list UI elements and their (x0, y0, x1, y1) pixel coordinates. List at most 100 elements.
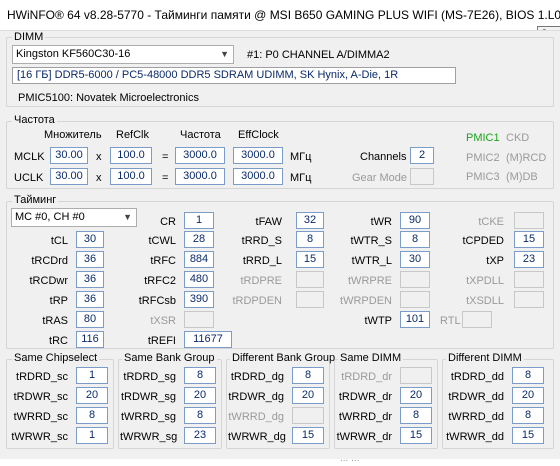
tRDRD_dd-value: 8 (512, 367, 544, 384)
pmic3-label: PMIC3 (466, 171, 500, 183)
tRRD_S-label: tRRD_S (241, 235, 282, 247)
tWRWR_sg-value: 23 (184, 427, 216, 444)
tRFCsb-value: 390 (184, 291, 214, 308)
equals-sign: = (162, 151, 169, 163)
pmic-vendor: PMIC5100: Novatek Microelectronics (18, 92, 199, 104)
mdb-label: (M)DB (506, 171, 538, 183)
refclk-header: RefClk (116, 129, 150, 141)
mrcd-label: (M)RCD (506, 152, 547, 164)
tWRRD_sc-label: tWRRD_sc (13, 411, 68, 423)
tWRWR_dd-label: tWRWR_dd (446, 431, 504, 443)
tXSDLL-label: tXSDLL (466, 295, 504, 307)
tREFI-value: 11677 (184, 331, 232, 348)
tRDPDEN-value (296, 291, 324, 308)
tWRRD_dr-value: 8 (400, 407, 432, 424)
same-dimm-label: Same DIMM (338, 352, 404, 364)
tXSR-value (184, 311, 214, 328)
tWRRD_dg-value (292, 407, 324, 424)
times-sign: x (96, 151, 102, 163)
same-chipselect-label: Same Chipselect (12, 352, 100, 364)
tWRRD_sg-label: tWRRD_sg (120, 411, 176, 423)
tRRD_S-value: 8 (296, 231, 324, 248)
mclk-effclock: 3000.0 (233, 147, 283, 164)
tRDRD_dg-label: tRDRD_dg (230, 371, 284, 383)
tRRD_L-label: tRRD_L (242, 255, 282, 267)
ckd-label: CKD (506, 132, 530, 144)
chevron-down-icon: ▼ (220, 49, 229, 59)
multiplier-header: Множитель (44, 129, 102, 141)
tRCDwr-label: tRCDwr (29, 275, 69, 287)
same-bank-group-label: Same Bank Group (122, 352, 217, 364)
window-body: DIMM Kingston KF560C30-16 ▼ #1: P0 CHANN… (0, 30, 560, 464)
tRDPDEN-label: tRDPDEN (232, 295, 282, 307)
tRDWR_sg-label: tRDWR_sg (120, 391, 176, 403)
mclk-unit: МГц (290, 151, 312, 163)
tWR-value: 90 (400, 212, 430, 229)
tXP-label: tXP (486, 255, 504, 267)
tRDRD_dg-value: 8 (292, 367, 324, 384)
tXP-value: 23 (514, 251, 544, 268)
tRRD_L-value: 15 (296, 251, 324, 268)
tWR-label: tWR (370, 216, 392, 228)
tWTR_L-label: tWTR_L (351, 255, 392, 267)
dimm-select-value: Kingston KF560C30-16 (16, 48, 131, 60)
mclk-label: MCLK (14, 151, 45, 163)
tRDWR_dg-value: 20 (292, 387, 324, 404)
tWTP-label: tWTP (364, 315, 393, 327)
tWTR_S-label: tWTR_S (350, 235, 392, 247)
tRFC-label: tRFC (150, 255, 176, 267)
tRAS-label: tRAS (42, 315, 68, 327)
tWRRD_dd-value: 8 (512, 407, 544, 424)
tWRWR_dg-label: tWRWR_dg (228, 431, 286, 443)
footer-fragment: ... ... (340, 453, 360, 464)
tRDRD_dr-label: tRDRD_dr (341, 371, 392, 383)
tRFC2-value: 480 (184, 271, 214, 288)
channel-select[interactable]: MC #0, CH #0 ▼ (11, 208, 137, 227)
tRDRD_sc-label: tRDRD_sc (16, 371, 68, 383)
tCWL-value: 28 (184, 231, 214, 248)
tFAW-value: 32 (296, 212, 324, 229)
times-sign: x (96, 172, 102, 184)
uclk-multiplier: 30.00 (50, 168, 88, 185)
tWRWR_dr-label: tWRWR_dr (336, 431, 392, 443)
tRC-value: 116 (76, 331, 104, 348)
equals-sign: = (162, 172, 169, 184)
tWRRD_dg-label: tWRRD_dg (228, 411, 284, 423)
CR-value: 1 (184, 212, 214, 229)
mclk-refclk: 100.0 (110, 147, 152, 164)
effclock-header: EffClock (238, 129, 279, 141)
tCPDED-value: 15 (514, 231, 544, 248)
uclk-refclk: 100.0 (110, 168, 152, 185)
tRP-label: tRP (49, 295, 68, 307)
freq-group-label: Частота (12, 114, 57, 126)
tRCDrd-label: tRCDrd (31, 255, 68, 267)
tWRRD_sc-value: 8 (76, 407, 108, 424)
tWRPDEN-value (400, 291, 430, 308)
uclk-effclock: 3000.0 (233, 168, 283, 185)
tWRRD_dr-label: tWRRD_dr (338, 411, 392, 423)
tRDWR_dr-value: 20 (400, 387, 432, 404)
gear-mode-label: Gear Mode (352, 172, 408, 184)
tRAS-value: 80 (76, 311, 104, 328)
channels-label: Channels (360, 151, 407, 163)
tCL-label: tCL (50, 235, 68, 247)
tRDWR_dr-label: tRDWR_dr (338, 391, 392, 403)
tXSDLL-value (514, 291, 544, 308)
timing-group-label: Тайминг (12, 194, 59, 206)
tWTP-value: 101 (400, 311, 430, 328)
dimm-group-label: DIMM (12, 31, 46, 43)
mclk-multiplier: 30.00 (50, 147, 88, 164)
dimm-select[interactable]: Kingston KF560C30-16 ▼ (12, 45, 234, 64)
CR-label: CR (160, 216, 176, 228)
uclk-unit: МГц (290, 172, 312, 184)
tXPDLL-label: tXPDLL (466, 275, 504, 287)
tFAW-label: tFAW (255, 216, 282, 228)
tRFC2-label: tRFC2 (144, 275, 176, 287)
tWRWR_sg-label: tWRWR_sg (120, 431, 178, 443)
tWRRD_dd-label: tWRRD_dd (448, 411, 504, 423)
tWRWR_dr-value: 15 (400, 427, 432, 444)
window-title: HWiNFO® 64 v8.28-5770 - Тайминги памяти … (7, 8, 560, 22)
tREFI-label: tREFI (147, 335, 176, 347)
tRDWR_dd-label: tRDWR_dd (448, 391, 504, 403)
different-bank-group-label: Different Bank Group (230, 352, 338, 364)
